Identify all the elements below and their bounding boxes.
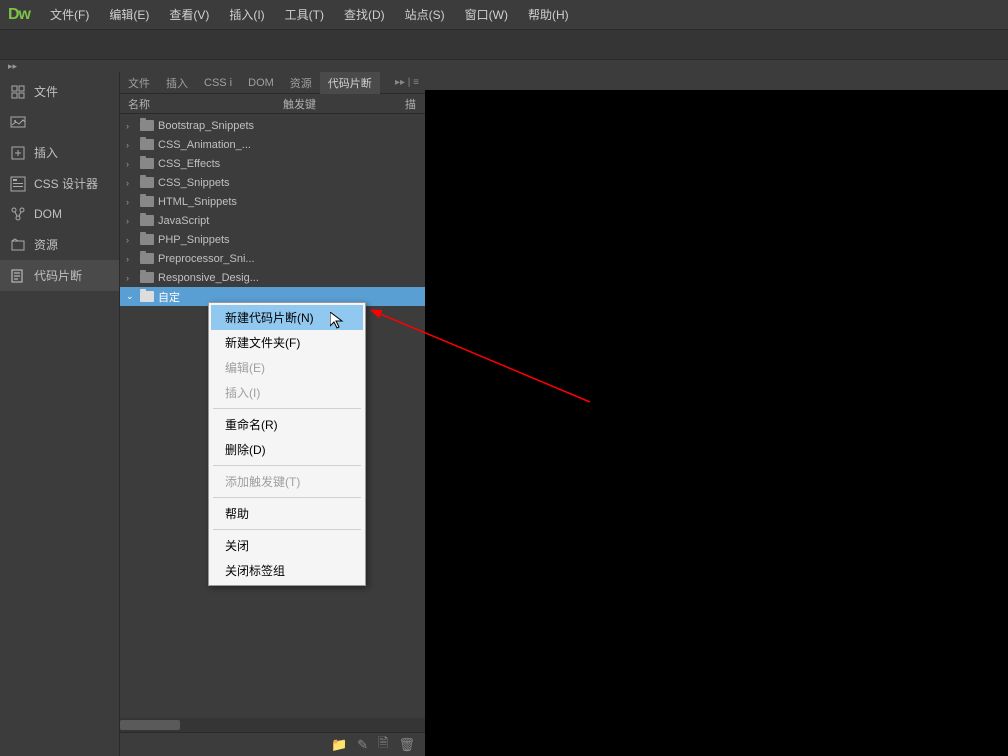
folder-icon (140, 215, 154, 226)
tree-item[interactable]: ›CSS_Animation_... (120, 135, 425, 154)
folder-icon (140, 177, 154, 188)
panel-footer: 📁 ✎ 🗎 🗑 (120, 732, 425, 756)
folder-icon (140, 272, 154, 283)
separator (213, 465, 361, 466)
expand-arrow-icon[interactable]: › (126, 216, 136, 226)
tree-item[interactable]: ›JavaScript (120, 211, 425, 230)
menu-file[interactable]: 文件(F) (40, 0, 99, 29)
ctx-insert: 插入(I) (211, 380, 363, 405)
menubar: Dw 文件(F) 编辑(E) 查看(V) 插入(I) 工具(T) 查找(D) 站… (0, 0, 1008, 30)
ctx-help[interactable]: 帮助 (211, 501, 363, 526)
folder-icon (140, 139, 154, 150)
menu-tools[interactable]: 工具(T) (275, 0, 334, 29)
sidebar-label: 插入 (34, 144, 58, 161)
column-trigger[interactable]: 触发键 (283, 96, 405, 112)
tab-assets[interactable]: 资源 (282, 72, 320, 94)
folder-icon (140, 196, 154, 207)
app-logo: Dw (8, 6, 30, 24)
ctx-delete[interactable]: 删除(D) (211, 437, 363, 462)
ctx-close[interactable]: 关闭 (211, 533, 363, 558)
separator (213, 408, 361, 409)
column-name[interactable]: 名称 (128, 96, 283, 112)
collapse-arrow-icon[interactable]: ⌄ (126, 291, 136, 302)
expand-arrow-icon[interactable]: › (126, 273, 136, 283)
menu-view[interactable]: 查看(V) (159, 0, 219, 29)
folder-icon (140, 234, 154, 245)
panel-tabs: 文件 插入 CSS i DOM 资源 代码片断 ▸▸ | ≡ (120, 72, 425, 94)
column-desc[interactable]: 描 (405, 96, 425, 112)
insert-icon (10, 145, 26, 161)
tree-item[interactable]: ›Preprocessor_Sni... (120, 249, 425, 268)
horizontal-scrollbar[interactable] (120, 718, 425, 732)
sidebar-label: 代码片断 (34, 267, 82, 284)
sidebar-label: DOM (34, 207, 62, 221)
main-area: 文件 插入 CSS 设计器 DOM 资源 代码片断 文件 插入 C (0, 72, 1008, 756)
tab-css[interactable]: CSS i (196, 74, 240, 92)
workspace (425, 72, 1008, 756)
snippets-icon (10, 268, 26, 284)
delete-icon[interactable]: 🗑 (398, 737, 415, 753)
assets-icon (10, 237, 26, 253)
toolbar (0, 30, 1008, 60)
expand-arrow-icon[interactable]: › (126, 178, 136, 188)
separator (213, 497, 361, 498)
css-icon (10, 176, 26, 192)
menu-insert[interactable]: 插入(I) (219, 0, 274, 29)
expand-arrow-icon[interactable]: › (126, 159, 136, 169)
sidebar-label: CSS 设计器 (34, 175, 98, 192)
tree-item[interactable]: ›Bootstrap_Snippets (120, 116, 425, 135)
expand-handle[interactable]: ▸▸ (0, 60, 1008, 72)
tree-item[interactable]: ›Responsive_Desig... (120, 268, 425, 287)
ctx-new-snippet[interactable]: 新建代码片断(N) (211, 305, 363, 330)
tab-insert[interactable]: 插入 (158, 72, 196, 94)
expand-arrow-icon[interactable]: › (126, 140, 136, 150)
files-icon (10, 84, 26, 100)
file-icon[interactable]: 🗎 (378, 734, 388, 756)
expand-arrow-icon[interactable]: › (126, 197, 136, 207)
separator (213, 529, 361, 530)
sidebar: 文件 插入 CSS 设计器 DOM 资源 代码片断 (0, 72, 120, 756)
ctx-edit: 编辑(E) (211, 355, 363, 380)
tab-files[interactable]: 文件 (120, 72, 158, 94)
sidebar-item-dom[interactable]: DOM (0, 199, 119, 229)
image-icon (10, 114, 26, 130)
tree-item[interactable]: ›HTML_Snippets (120, 192, 425, 211)
panel-header: 名称 触发键 描 (120, 94, 425, 114)
menu-window[interactable]: 窗口(W) (455, 0, 518, 29)
menu-edit[interactable]: 编辑(E) (99, 0, 159, 29)
scrollbar-thumb[interactable] (120, 720, 180, 730)
sidebar-label: 资源 (34, 236, 58, 253)
sidebar-item-insert[interactable]: 插入 (0, 137, 119, 168)
sidebar-item-files[interactable]: 文件 (0, 76, 119, 107)
ctx-rename[interactable]: 重命名(R) (211, 412, 363, 437)
panel-menu-icon[interactable]: ▸▸ | ≡ (395, 77, 425, 88)
expand-arrow-icon[interactable]: › (126, 121, 136, 131)
folder-icon (140, 120, 154, 131)
menu-help[interactable]: 帮助(H) (518, 0, 579, 29)
tab-dom[interactable]: DOM (240, 74, 282, 92)
ctx-new-folder[interactable]: 新建文件夹(F) (211, 330, 363, 355)
expand-arrow-icon[interactable]: › (126, 254, 136, 264)
folder-icon (140, 158, 154, 169)
ctx-close-group[interactable]: 关闭标签组 (211, 558, 363, 583)
tab-snippets[interactable]: 代码片断 (320, 72, 380, 94)
ctx-add-trigger: 添加触发键(T) (211, 469, 363, 494)
sidebar-item-assets[interactable]: 资源 (0, 229, 119, 260)
expand-arrow-icon[interactable]: › (126, 235, 136, 245)
folder-icon (140, 253, 154, 264)
sidebar-item-css[interactable]: CSS 设计器 (0, 168, 119, 199)
tree-item[interactable]: ›CSS_Effects (120, 154, 425, 173)
context-menu: 新建代码片断(N) 新建文件夹(F) 编辑(E) 插入(I) 重命名(R) 删除… (208, 302, 366, 586)
menu-site[interactable]: 站点(S) (395, 0, 455, 29)
sidebar-item-image[interactable] (0, 107, 119, 137)
dom-icon (10, 206, 26, 222)
new-snippet-icon[interactable]: ✎ (357, 737, 368, 753)
menu-find[interactable]: 查找(D) (334, 0, 395, 29)
folder-icon (140, 291, 154, 302)
tree-item[interactable]: ›CSS_Snippets (120, 173, 425, 192)
tree-item[interactable]: ›PHP_Snippets (120, 230, 425, 249)
sidebar-item-snippets[interactable]: 代码片断 (0, 260, 119, 291)
new-folder-icon[interactable]: 📁 (331, 737, 347, 753)
sidebar-label: 文件 (34, 83, 58, 100)
